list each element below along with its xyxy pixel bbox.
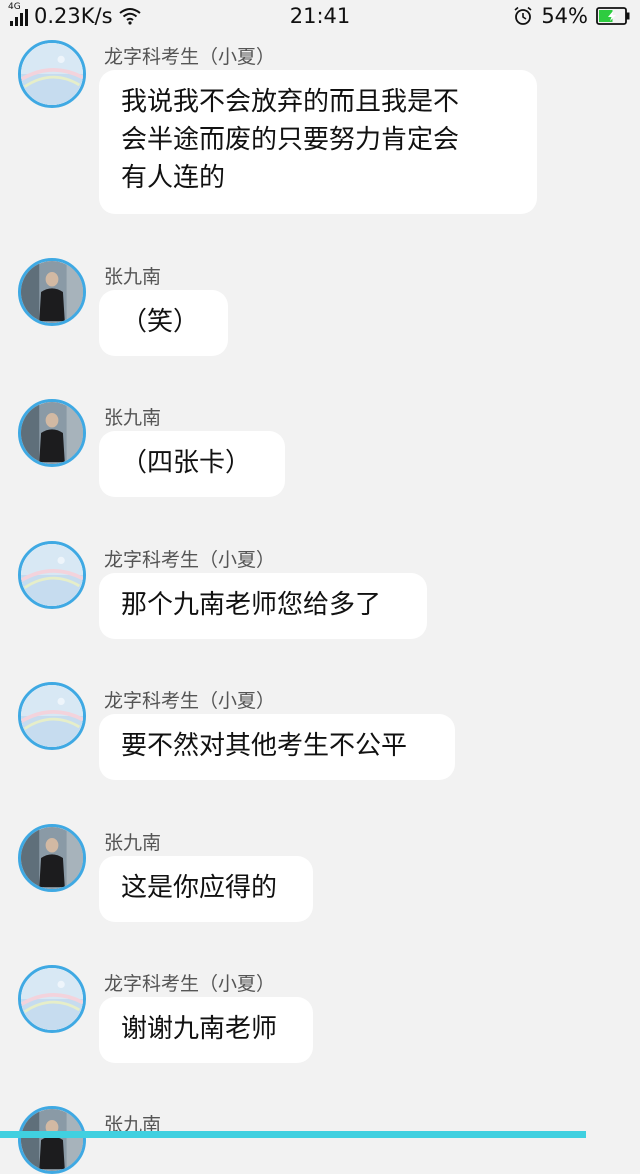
message-text: 要不然对其他考生不公平 (121, 731, 408, 761)
status-right: 54% (513, 4, 630, 28)
sender-name: 龙字科考生（小夏） (104, 549, 276, 571)
message-text: 我说我不会放弃的而且我是不 (121, 87, 460, 117)
message-bubble[interactable]: 我说我不会放弃的而且我是不 会半途而废的只要努力肯定会 有人连的 (99, 70, 537, 214)
avatar[interactable] (18, 1106, 86, 1174)
battery-percent: 54% (541, 4, 588, 28)
chat-area[interactable]: 龙字科考生（小夏） 我说我不会放弃的而且我是不 会半途而废的只要努力肯定会 有人… (0, 34, 640, 1174)
message-bubble[interactable]: （笑） (99, 290, 228, 356)
bottom-strip (0, 1131, 586, 1138)
avatar[interactable] (18, 399, 86, 467)
man-in-black-avatar (21, 402, 83, 464)
message-bubble[interactable]: 要不然对其他考生不公平 (99, 714, 455, 780)
message-text: （四张卡） (121, 448, 252, 478)
pastel-sky-avatar (21, 968, 83, 1030)
sender-name: 龙字科考生（小夏） (104, 973, 276, 995)
avatar[interactable] (18, 682, 86, 750)
sender-name: 龙字科考生（小夏） (104, 46, 276, 68)
status-bar: 4G 0.23K/s 21:41 54% (0, 0, 640, 34)
pastel-sky-avatar (21, 685, 83, 747)
avatar[interactable] (18, 541, 86, 609)
sender-name: 张九南 (104, 266, 162, 288)
sender-name: 龙字科考生（小夏） (104, 690, 276, 712)
sender-name: 张九南 (104, 407, 162, 429)
message-text: 那个九南老师您给多了 (121, 590, 382, 620)
avatar[interactable] (18, 965, 86, 1033)
message-text: 谢谢九南老师 (121, 1014, 278, 1044)
message-text: （笑） (121, 307, 200, 337)
man-in-black-avatar (21, 261, 83, 323)
message-bubble[interactable]: 那个九南老师您给多了 (99, 573, 427, 639)
avatar[interactable] (18, 824, 86, 892)
avatar[interactable] (18, 258, 86, 326)
message-bubble[interactable]: 谢谢九南老师 (99, 997, 313, 1063)
message-text: 这是你应得的 (121, 873, 278, 903)
message-text: 有人连的 (121, 163, 226, 193)
battery-icon (596, 7, 630, 25)
message-text: 会半途而废的只要努力肯定会 (121, 125, 460, 155)
message-bubble[interactable]: （四张卡） (99, 431, 285, 497)
pastel-sky-avatar (21, 544, 83, 606)
alarm-icon (514, 6, 532, 25)
sender-name: 张九南 (104, 832, 162, 854)
man-in-black-avatar (21, 1109, 83, 1171)
message-bubble[interactable]: 这是你应得的 (99, 856, 313, 922)
avatar[interactable] (18, 40, 86, 108)
pastel-sky-avatar (21, 43, 83, 105)
man-in-black-avatar (21, 827, 83, 889)
